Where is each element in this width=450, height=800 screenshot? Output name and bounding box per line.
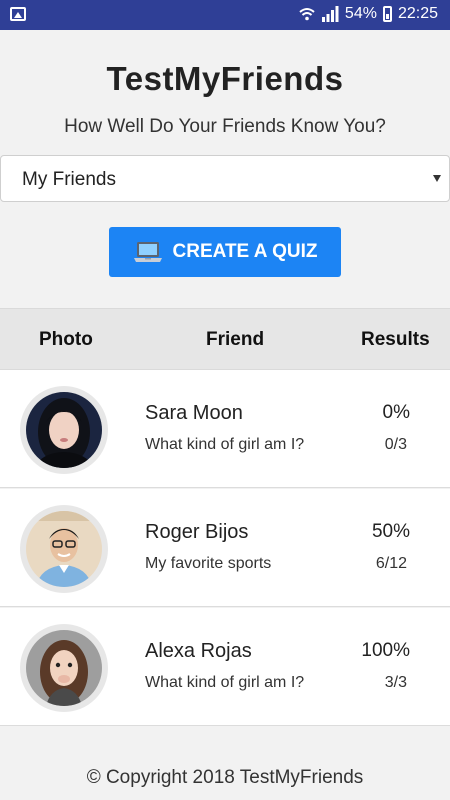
- avatar: [26, 511, 102, 587]
- avatar: [26, 630, 102, 706]
- result-score: 3/3: [384, 674, 407, 691]
- header-results: Results: [361, 329, 430, 350]
- laptop-icon: [133, 242, 162, 262]
- friend-row[interactable]: Alexa Rojas What kind of girl am I? 100%…: [0, 608, 450, 726]
- avatar-frame: [20, 624, 108, 712]
- result-score: 0/3: [384, 436, 407, 453]
- avatar-frame: [20, 505, 108, 593]
- result-percent: 50%: [371, 521, 410, 542]
- create-quiz-button[interactable]: CREATE A QUIZ: [109, 227, 341, 277]
- signal-icon: [321, 6, 339, 22]
- result-percent: 0%: [382, 402, 410, 423]
- result-percent: 100%: [361, 640, 410, 661]
- friend-name: Roger Bijos: [145, 521, 249, 543]
- table-header: Photo Friend Results: [0, 308, 450, 370]
- app-title: TestMyFriends: [106, 60, 344, 97]
- battery-percent: 54%: [344, 5, 377, 22]
- avatar: [26, 392, 102, 468]
- result-score: 6/12: [375, 555, 407, 572]
- friend-name: Sara Moon: [145, 402, 243, 424]
- wifi-icon: [299, 8, 315, 21]
- quiz-title: What kind of girl am I?: [145, 674, 305, 691]
- quiz-title: What kind of girl am I?: [145, 436, 305, 453]
- battery-icon: [382, 6, 392, 22]
- status-bar: 54% 22:25: [0, 0, 450, 30]
- friend-name: Alexa Rojas: [145, 640, 252, 662]
- header-photo: Photo: [39, 329, 93, 350]
- clock: 22:25: [397, 5, 438, 22]
- gallery-icon: [10, 7, 26, 21]
- friend-row[interactable]: Roger Bijos My favorite sports 50% 6/12: [0, 489, 450, 607]
- dropdown-arrow-icon: [433, 175, 441, 182]
- friends-select[interactable]: My Friends: [0, 155, 450, 202]
- create-quiz-label: CREATE A QUIZ: [172, 241, 318, 262]
- friend-row[interactable]: Sara Moon What kind of girl am I? 0% 0/3: [0, 370, 450, 488]
- copyright-footer: © Copyright 2018 TestMyFriends: [86, 767, 364, 788]
- avatar-frame: [20, 386, 108, 474]
- app-subtitle: How Well Do Your Friends Know You?: [64, 116, 386, 137]
- select-value: My Friends: [22, 169, 116, 190]
- header-friend: Friend: [206, 329, 265, 350]
- quiz-title: My favorite sports: [145, 555, 272, 572]
